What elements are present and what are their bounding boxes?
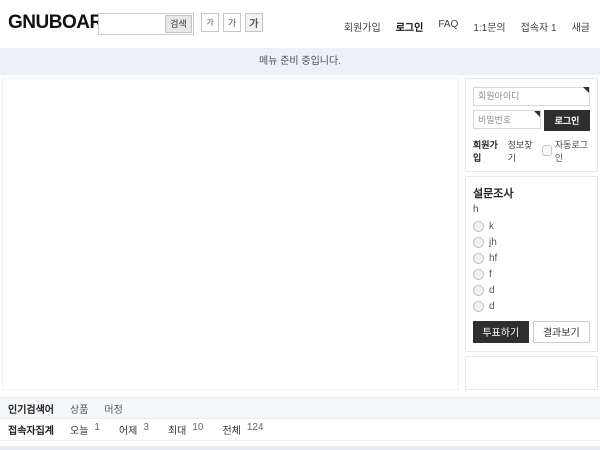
poll-option-label: hf	[489, 253, 497, 264]
join-link[interactable]: 회원가입	[473, 138, 502, 164]
radio-icon[interactable]	[473, 221, 484, 232]
header-menu: 회원가입 로그인 FAQ 1:1문의 접속자 1 새글	[344, 19, 590, 34]
auto-login-checkbox[interactable]	[542, 145, 552, 156]
password-input[interactable]	[473, 110, 541, 129]
header: GNUBOARD5 검색 가 가 가 회원가입 로그인 FAQ 1:1문의 접속…	[0, 0, 600, 48]
sidebar: 로그인 회원가입 정보찾기 자동로그인 설문조사 h k jh	[465, 78, 598, 390]
search-button[interactable]: 검색	[165, 15, 192, 33]
poll-option-label: d	[489, 285, 495, 296]
poll-option-label: k	[489, 221, 494, 232]
popular-keyword-link[interactable]: 상품	[70, 401, 88, 416]
main-area: 로그인 회원가입 정보찾기 자동로그인 설문조사 h k jh	[2, 78, 598, 390]
popular-keywords-label: 인기검색어	[0, 401, 70, 416]
radio-icon[interactable]	[473, 253, 484, 264]
stat-total: 전체 124	[222, 422, 263, 437]
visitor-stats-row: 접속자집계 오늘 1 어제 3 최대 10 전체 124	[0, 419, 600, 441]
search-form: 검색	[98, 13, 194, 35]
login-box: 로그인 회원가입 정보찾기 자동로그인	[465, 78, 598, 172]
stat-max: 최대 10	[168, 422, 204, 437]
poll-option[interactable]: d	[473, 285, 590, 296]
poll-question: h	[473, 204, 590, 215]
poll-title: 설문조사	[473, 185, 590, 201]
auto-login-label: 자동로그인	[555, 138, 590, 164]
member-id-input[interactable]	[473, 87, 590, 106]
font-size-small-button[interactable]: 가	[201, 13, 219, 32]
poll-option-label: jh	[489, 237, 497, 248]
poll-option[interactable]: hf	[473, 253, 590, 264]
menu-join[interactable]: 회원가입	[344, 19, 381, 34]
poll-option[interactable]: k	[473, 221, 590, 232]
menu-faq[interactable]: FAQ	[438, 19, 458, 34]
footer-strip	[0, 446, 600, 450]
radio-icon[interactable]	[473, 301, 484, 312]
poll-option[interactable]: d	[473, 301, 590, 312]
content-area-empty	[2, 78, 459, 390]
required-marker-icon	[583, 87, 589, 93]
font-size-controls: 가 가 가	[201, 13, 263, 32]
radio-icon[interactable]	[473, 237, 484, 248]
poll-box: 설문조사 h k jh hf f d	[465, 176, 598, 352]
login-button[interactable]: 로그인	[544, 110, 590, 131]
font-size-large-button[interactable]: 가	[245, 13, 263, 32]
menu-connected-users[interactable]: 접속자 1	[521, 19, 557, 34]
find-info-link[interactable]: 정보찾기	[508, 138, 537, 164]
poll-option-label: f	[489, 269, 492, 280]
menu-notice-bar: 메뉴 준비 중입니다.	[0, 48, 600, 75]
vote-button[interactable]: 투표하기	[473, 321, 529, 343]
sidebar-empty-box	[465, 356, 598, 391]
required-marker-icon	[534, 111, 540, 117]
poll-option[interactable]: f	[473, 269, 590, 280]
menu-new-posts[interactable]: 새글	[572, 19, 590, 34]
menu-inquiry[interactable]: 1:1문의	[473, 19, 505, 34]
visitor-stats-label: 접속자집계	[0, 422, 70, 437]
poll-option[interactable]: jh	[473, 237, 590, 248]
stat-yesterday: 어제 3	[119, 422, 149, 437]
radio-icon[interactable]	[473, 269, 484, 280]
view-results-button[interactable]: 결과보기	[533, 321, 591, 343]
poll-option-label: d	[489, 301, 495, 312]
auto-login-toggle[interactable]: 자동로그인	[542, 138, 590, 164]
footer: 인기검색어 상품 머정 접속자집계 오늘 1 어제 3 최대 10 전체 124	[0, 397, 600, 450]
font-size-medium-button[interactable]: 가	[223, 13, 241, 32]
search-input[interactable]	[99, 14, 165, 34]
popular-keyword-link[interactable]: 머정	[104, 401, 122, 416]
popular-keywords-row: 인기검색어 상품 머정	[0, 397, 600, 419]
stat-today: 오늘 1	[70, 422, 100, 437]
radio-icon[interactable]	[473, 285, 484, 296]
menu-login[interactable]: 로그인	[396, 19, 424, 34]
